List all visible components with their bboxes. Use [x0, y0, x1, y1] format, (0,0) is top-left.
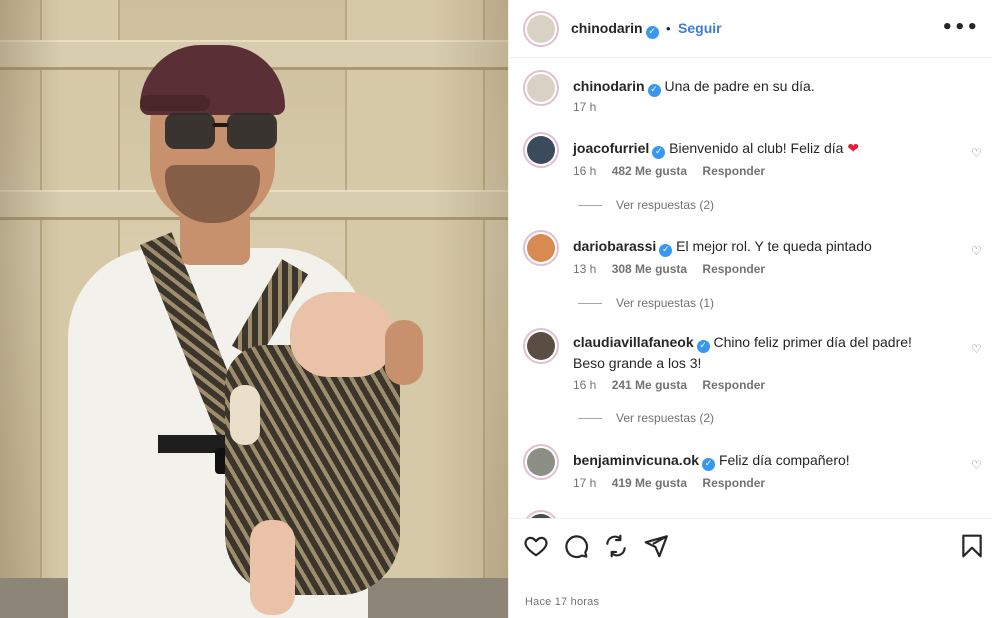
commenter-avatar[interactable] [523, 132, 559, 168]
caption-text: Una de padre en su día. [664, 78, 815, 94]
commenter-avatar[interactable] [523, 444, 559, 480]
comment-likes[interactable]: 308 Me gusta [612, 262, 687, 276]
commenter-avatar[interactable] [523, 328, 559, 364]
comment: dariobarassi ✓ El mejor rol. Y te queda p… [523, 230, 983, 320]
verified-icon: ✓ [645, 26, 659, 39]
baby-leg [250, 520, 295, 615]
man-cap-brim [140, 95, 210, 111]
like-comment-heart-icon[interactable]: ♡ [971, 458, 983, 472]
bookmark-icon[interactable] [959, 533, 985, 559]
author-username[interactable]: chinodarin [571, 20, 643, 36]
verified-icon: ✓ [702, 458, 716, 471]
post-side-panel: chinodarin ✓ • Seguir ••• chinodarin ✓ Una… [508, 0, 992, 618]
caption-time[interactable]: 17 h [573, 100, 596, 114]
caption: chinodarin ✓ Una de padre en su día. 17 h [523, 70, 983, 120]
post-photo[interactable] [0, 0, 508, 618]
post-timestamp[interactable]: Hace 17 horas [525, 596, 599, 608]
comment-icon[interactable] [563, 533, 589, 559]
comment-text: Bienvenido al club! Feliz día [669, 140, 844, 156]
comment-likes[interactable]: 482 Me gusta [612, 164, 687, 178]
comment-text: El mejor rol. Y te queda pintado [676, 238, 872, 254]
view-replies-label: Ver respuestas (1) [616, 296, 715, 310]
comment-username[interactable]: claudiavillafaneok [573, 334, 694, 350]
comment-body: joacofurriel ✓ Bienvenido al club! Feliz … [573, 138, 963, 159]
comment-meta: 13 h 308 Me gusta Responder [573, 262, 777, 276]
red-heart-emoji: ❤ [847, 141, 860, 157]
like-comment-heart-icon[interactable]: ♡ [971, 244, 983, 258]
comment-likes[interactable]: 419 Me gusta [612, 476, 687, 490]
heart-icon[interactable] [523, 533, 549, 559]
comment-username[interactable]: dariobarassi [573, 238, 656, 254]
more-options-icon[interactable]: ••• [941, 17, 979, 38]
comment-time[interactable]: 16 h [573, 378, 596, 392]
follow-button[interactable]: Seguir [678, 20, 722, 36]
reply-button[interactable]: Responder [702, 476, 765, 490]
separator-dot: • [666, 21, 671, 36]
comment-time[interactable]: 13 h [573, 262, 596, 276]
replies-line [578, 418, 602, 420]
comments-list[interactable]: chinodarin ✓ Una de padre en su día. 17 h… [509, 58, 992, 518]
replies-line [578, 303, 602, 305]
comment: benjaminvicuna.ok ✓ Feliz día compañero! … [523, 444, 983, 504]
view-replies-button[interactable]: Ver respuestas (2) [578, 198, 714, 212]
baby-arm [230, 385, 260, 445]
post-header: chinodarin ✓ • Seguir ••• [509, 0, 992, 58]
comment-body: benjaminvicuna.ok ✓ Feliz día compañero! [573, 450, 963, 471]
reply-button[interactable]: Responder [702, 378, 765, 392]
comment-meta: 16 h 241 Me gusta Responder [573, 378, 777, 392]
like-comment-heart-icon[interactable]: ♡ [971, 146, 983, 160]
comment-username[interactable]: joacofurriel [573, 140, 649, 156]
man-hand [385, 320, 423, 385]
view-replies-button[interactable]: Ver respuestas (1) [578, 296, 714, 310]
comment-text: Feliz día compañero! [718, 452, 850, 468]
view-replies-button[interactable]: Ver respuestas (2) [578, 411, 714, 425]
verified-icon: ✓ [647, 84, 661, 97]
comment-meta: 16 h 482 Me gusta Responder [573, 164, 777, 178]
reply-button[interactable]: Responder [702, 262, 765, 276]
comment-username[interactable]: benjaminvicuna.ok [573, 452, 699, 468]
view-replies-label: Ver respuestas (2) [616, 198, 715, 212]
like-comment-heart-icon[interactable]: ♡ [971, 342, 983, 356]
comment: claudiavillafaneok ✓ Chino feliz primer d… [523, 328, 983, 438]
verified-icon: ✓ [696, 340, 710, 353]
comment-meta: 17 h 419 Me gusta Responder [573, 476, 777, 490]
header-line: chinodarin ✓ • Seguir [571, 20, 722, 39]
commenter-avatar[interactable] [523, 510, 559, 518]
comment: joacofurriel ✓ Bienvenido al club! Feliz … [523, 132, 983, 222]
replies-line [578, 205, 602, 207]
baby-head [290, 292, 395, 377]
reply-button[interactable]: Responder [702, 164, 765, 178]
commenter-avatar[interactable] [523, 230, 559, 266]
verified-icon: ✓ [652, 146, 666, 159]
comment-time[interactable]: 17 h [573, 476, 596, 490]
view-replies-label: Ver respuestas (2) [616, 411, 715, 425]
caption-meta: 17 h [573, 100, 608, 114]
comment-body: dariobarassi ✓ El mejor rol. Y te queda p… [573, 236, 963, 257]
caption-body: chinodarin ✓ Una de padre en su día. [573, 76, 963, 97]
verified-icon: ✓ [659, 244, 673, 257]
comment-body: claudiavillafaneok ✓ Chino feliz primer d… [573, 332, 943, 373]
author-avatar[interactable] [523, 70, 559, 106]
send-icon[interactable] [643, 533, 669, 559]
man-glasses [165, 113, 280, 151]
author-avatar[interactable] [523, 11, 559, 47]
share-icon[interactable] [603, 533, 629, 559]
comment-likes[interactable]: 241 Me gusta [612, 378, 687, 392]
caption-username[interactable]: chinodarin [573, 78, 645, 94]
comment-time[interactable]: 16 h [573, 164, 596, 178]
action-bar [509, 518, 992, 578]
